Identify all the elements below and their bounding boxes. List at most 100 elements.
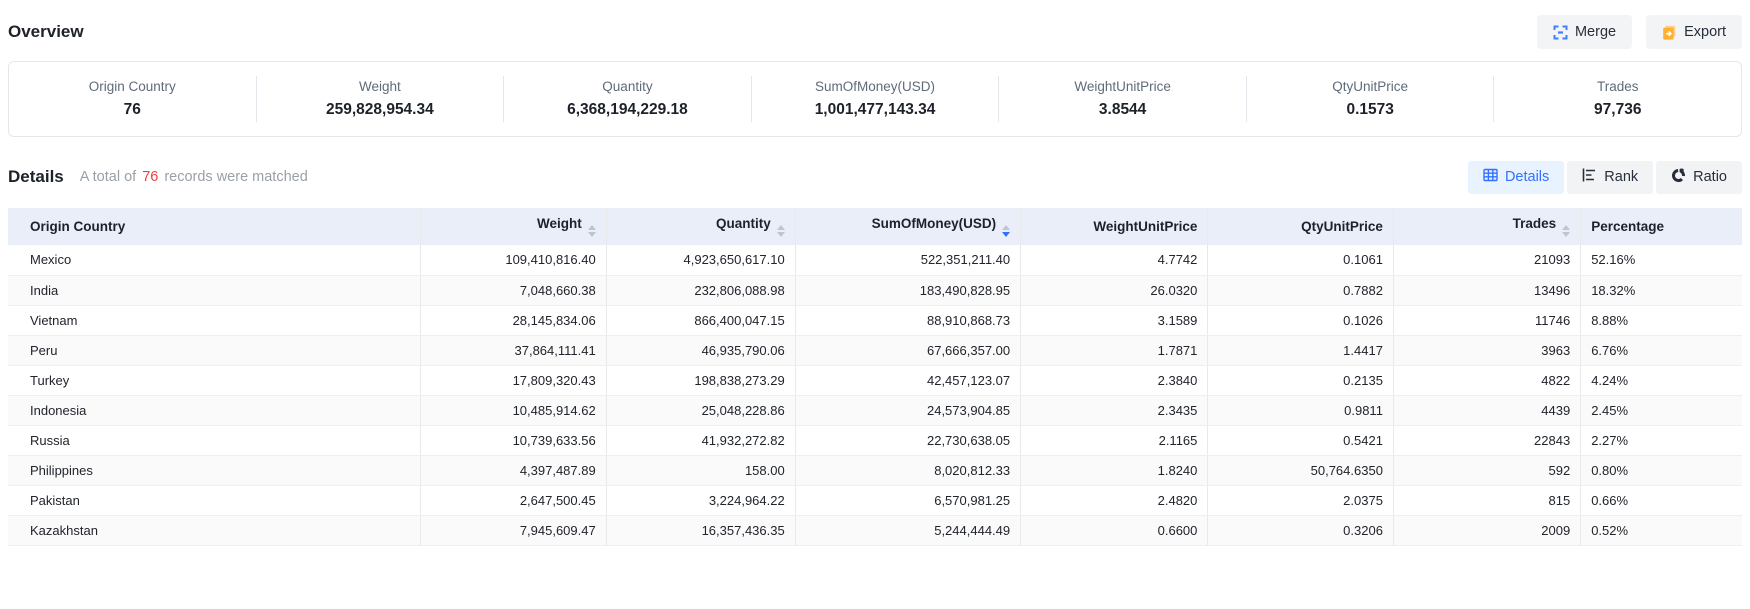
cell-quantity: 158.00 [606,455,795,485]
table-body: Mexico109,410,816.404,923,650,617.10522,… [8,245,1742,545]
cell-sumofmoney-usd-: 67,666,357.00 [795,335,1020,365]
sort-desc-icon[interactable] [777,232,785,237]
view-button-label: Rank [1604,169,1638,185]
view-button-label: Details [1505,169,1549,185]
cell-origin-country: Turkey [8,365,421,395]
cell-origin-country: Russia [8,425,421,455]
sort-control[interactable] [1562,225,1570,237]
column-header-weightunitprice: WeightUnitPrice [1021,208,1208,245]
sort-asc-icon[interactable] [1002,225,1010,230]
table-icon [1483,168,1498,186]
cell-origin-country: Indonesia [8,395,421,425]
cell-trades: 4439 [1393,395,1580,425]
table-row-russia: Russia10,739,633.5641,932,272.8222,730,6… [8,425,1742,455]
cell-sumofmoney-usd-: 522,351,211.40 [795,245,1020,275]
overview-stat-weightunitprice: WeightUnitPrice3.8544 [998,76,1246,122]
cell-sumofmoney-usd-: 5,244,444.49 [795,515,1020,545]
overview-stat-sumofmoney-usd-: SumOfMoney(USD)1,001,477,143.34 [751,76,999,122]
stat-label: SumOfMoney(USD) [815,79,935,94]
cell-qtyunitprice: 0.7882 [1208,275,1394,305]
cell-weightunitprice: 1.8240 [1021,455,1208,485]
table-row-peru: Peru37,864,111.4146,935,790.0667,666,357… [8,335,1742,365]
stat-label: Weight [359,79,401,94]
records-matched-count: 76 [136,169,164,185]
view-button-details[interactable]: Details [1468,161,1564,194]
stat-label: Trades [1597,79,1639,94]
cell-trades: 2009 [1393,515,1580,545]
stat-label: Quantity [602,79,652,94]
column-header-sumofmoney-usd-[interactable]: SumOfMoney(USD) [795,208,1020,245]
sort-asc-icon[interactable] [777,225,785,230]
cell-weightunitprice: 2.1165 [1021,425,1208,455]
cell-weight: 17,809,320.43 [421,365,607,395]
stat-value: 259,828,954.34 [326,101,434,119]
sort-desc-icon[interactable] [588,232,596,237]
view-button-rank[interactable]: Rank [1567,161,1653,194]
cell-percentage: 18.32% [1581,275,1742,305]
cell-trades: 815 [1393,485,1580,515]
cell-quantity: 25,048,228.86 [606,395,795,425]
export-icon [1662,25,1677,40]
column-header-label: Origin Country [30,219,125,234]
table-row-vietnam: Vietnam28,145,834.06866,400,047.1588,910… [8,305,1742,335]
cell-origin-country: Kazakhstan [8,515,421,545]
cell-sumofmoney-usd-: 8,020,812.33 [795,455,1020,485]
cell-weightunitprice: 2.4820 [1021,485,1208,515]
cell-trades: 3963 [1393,335,1580,365]
rank-icon [1582,168,1597,186]
records-matched-suffix: records were matched [164,169,307,185]
details-table: Origin Country Weight Quantity SumOfMoney(U… [8,208,1742,546]
cell-qtyunitprice: 50,764.6350 [1208,455,1394,485]
cell-quantity: 41,932,272.82 [606,425,795,455]
sort-control[interactable] [1002,225,1010,237]
sort-control[interactable] [777,225,785,237]
sort-asc-icon[interactable] [1562,225,1570,230]
cell-qtyunitprice: 0.1026 [1208,305,1394,335]
cell-qtyunitprice: 0.9811 [1208,395,1394,425]
topbar: Overview Merge Export [8,0,1742,50]
sort-asc-icon[interactable] [588,225,596,230]
table-row-philippines: Philippines4,397,487.89158.008,020,812.3… [8,455,1742,485]
column-header-quantity[interactable]: Quantity [606,208,795,245]
view-button-ratio[interactable]: Ratio [1656,161,1742,194]
details-header: Details A total of76records were matched [8,167,308,187]
export-button-label: Export [1684,24,1726,40]
cell-quantity: 232,806,088.98 [606,275,795,305]
cell-trades: 4822 [1393,365,1580,395]
cell-qtyunitprice: 2.0375 [1208,485,1394,515]
cell-qtyunitprice: 0.5421 [1208,425,1394,455]
cell-weight: 10,485,914.62 [421,395,607,425]
stat-value: 6,368,194,229.18 [567,101,688,119]
cell-weight: 10,739,633.56 [421,425,607,455]
export-button[interactable]: Export [1646,15,1742,49]
stat-value: 3.8544 [1099,101,1146,119]
column-header-label: QtyUnitPrice [1301,219,1383,234]
stat-value: 0.1573 [1346,101,1393,119]
overview-stat-quantity: Quantity 6,368,194,229.18 [503,76,751,122]
view-switch: Details Rank Ratio [1468,161,1742,194]
cell-trades: 11746 [1393,305,1580,335]
cell-weight: 28,145,834.06 [421,305,607,335]
cell-weight: 109,410,816.40 [421,245,607,275]
cell-sumofmoney-usd-: 183,490,828.95 [795,275,1020,305]
table-row-mexico: Mexico109,410,816.404,923,650,617.10522,… [8,245,1742,275]
column-header-label: Quantity [716,216,771,231]
cell-sumofmoney-usd-: 24,573,904.85 [795,395,1020,425]
cell-weight: 7,945,609.47 [421,515,607,545]
overview-stat-origin-country: Origin Country76 [9,76,256,122]
column-header-trades[interactable]: Trades [1393,208,1580,245]
column-header-qtyunitprice: QtyUnitPrice [1208,208,1394,245]
merge-icon [1553,25,1568,40]
cell-percentage: 52.16% [1581,245,1742,275]
stat-value: 97,736 [1594,101,1641,119]
sort-control[interactable] [588,225,596,237]
sort-desc-icon[interactable] [1562,232,1570,237]
cell-weightunitprice: 3.1589 [1021,305,1208,335]
merge-button[interactable]: Merge [1537,15,1632,49]
sort-desc-icon[interactable] [1002,232,1010,237]
records-matched-text: A total of76records were matched [80,169,308,185]
column-header-weight[interactable]: Weight [421,208,607,245]
records-matched-prefix: A total of [80,169,136,185]
table-row-indonesia: Indonesia10,485,914.6225,048,228.8624,57… [8,395,1742,425]
stat-label: QtyUnitPrice [1332,79,1408,94]
